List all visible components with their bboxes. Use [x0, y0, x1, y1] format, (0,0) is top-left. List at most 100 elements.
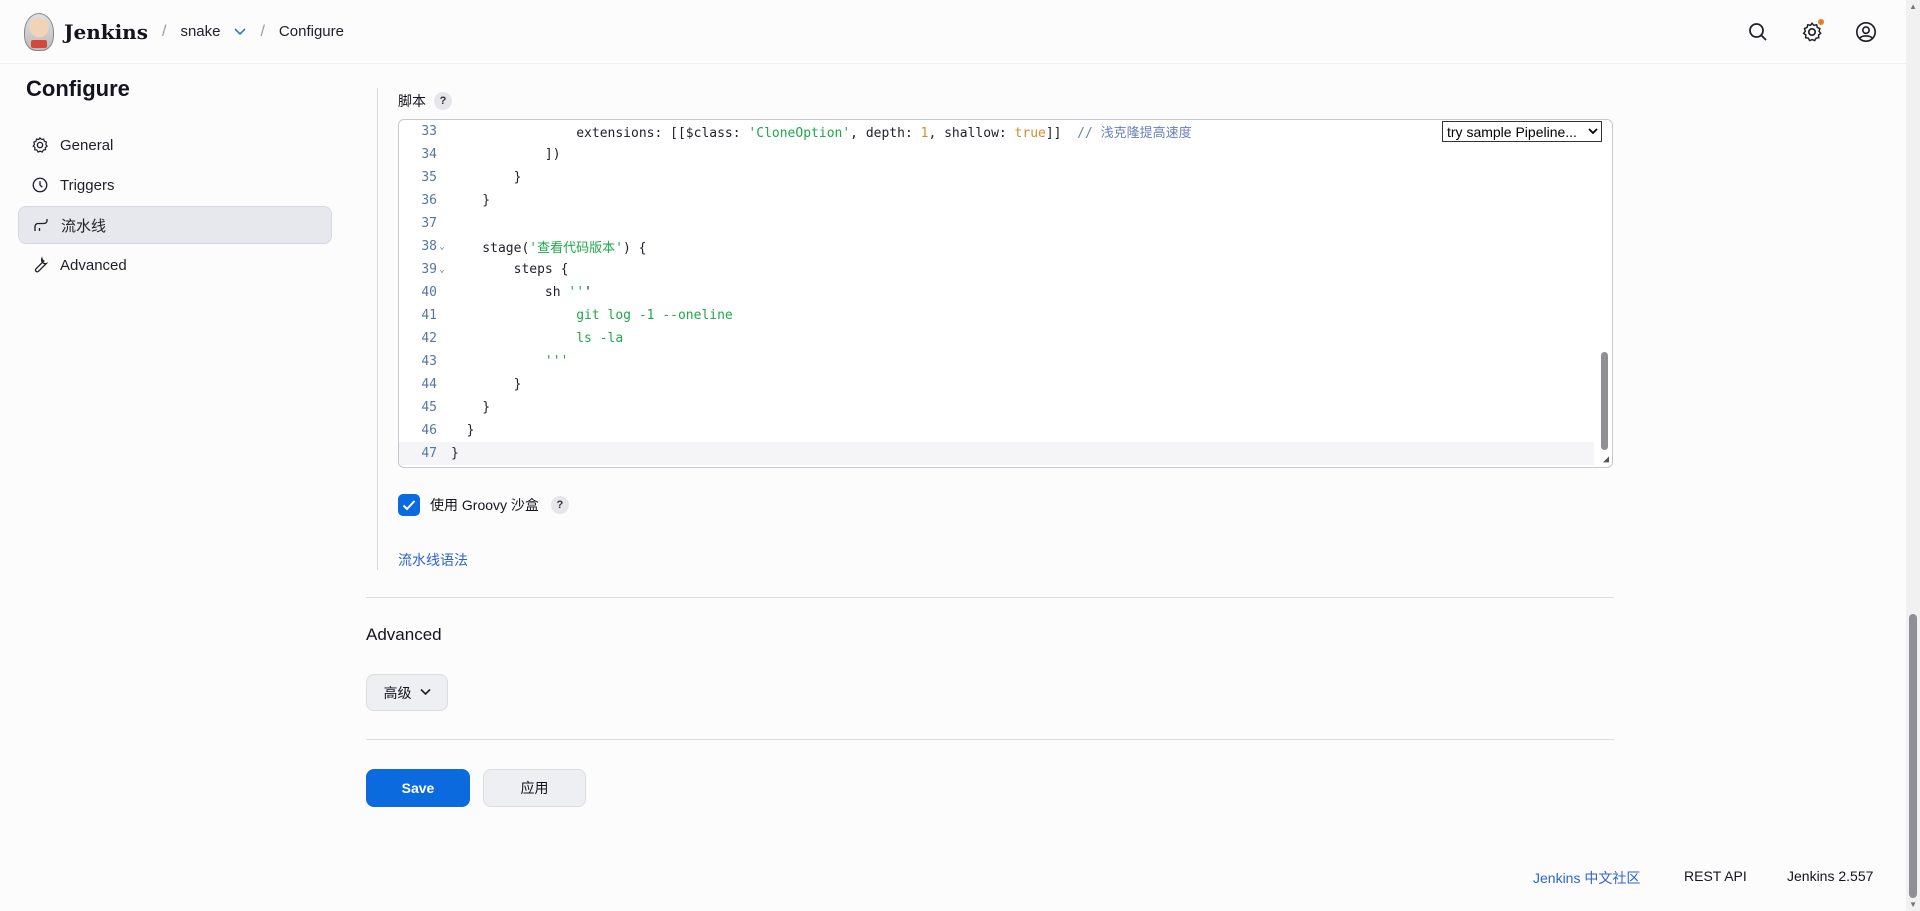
line-number: 35: [421, 170, 437, 185]
sidebar-item-general[interactable]: General: [18, 126, 332, 164]
pipeline-script-editor[interactable]: 33 extensions: [[$class: 'CloneOption', …: [398, 119, 1613, 468]
line-number: 41: [421, 308, 437, 323]
line-number: 34: [421, 147, 437, 162]
advanced-toggle-label: 高级: [383, 684, 412, 701]
footer-version[interactable]: Jenkins 2.557: [1787, 868, 1873, 884]
line-number: 47: [421, 446, 437, 461]
code-text: ''': [451, 354, 569, 369]
sidebar-nav: General Triggers 流水线 Advanced: [18, 126, 332, 286]
jenkins-butler-icon: [24, 12, 54, 51]
scroll-up-arrow-icon[interactable]: ▲: [1909, 2, 1917, 11]
code-text: ]): [451, 147, 561, 162]
editor-scrollbar[interactable]: [1601, 352, 1608, 450]
breadcrumb-separator: /: [161, 22, 167, 40]
apply-button[interactable]: 应用: [483, 769, 586, 807]
line-number: 44: [421, 377, 437, 392]
sidebar-item-label: Advanced: [60, 256, 127, 274]
line-number: 36: [421, 193, 437, 208]
chevron-down-icon[interactable]: [234, 25, 247, 39]
line-number: 39: [421, 262, 437, 277]
breadcrumb-job[interactable]: snake: [180, 23, 220, 40]
scroll-down-arrow-icon[interactable]: ▼: [1909, 900, 1917, 909]
fold-chevron-icon[interactable]: ⌄: [437, 242, 447, 252]
script-help-button[interactable]: ?: [434, 92, 452, 110]
code-text: steps {: [451, 262, 569, 277]
wrench-icon: [30, 255, 50, 275]
code-text: }: [451, 193, 491, 208]
pipeline-syntax-link[interactable]: 流水线语法: [398, 550, 468, 570]
groovy-sandbox-help-button[interactable]: ?: [550, 496, 569, 514]
manage-gear-icon[interactable]: [1798, 18, 1826, 46]
code-line[interactable]: 41 git log -1 --oneline: [399, 304, 1594, 327]
code-line[interactable]: 44 }: [399, 373, 1594, 396]
advanced-toggle-button[interactable]: 高级: [366, 674, 448, 711]
sidebar-item-advanced[interactable]: Advanced: [18, 246, 332, 284]
code-line[interactable]: 42 ls -la: [399, 327, 1594, 350]
code-line[interactable]: 46 }: [399, 419, 1594, 442]
resize-handle-icon[interactable]: ◢: [1603, 454, 1609, 465]
save-button[interactable]: Save: [366, 769, 470, 807]
chevron-down-icon: [419, 687, 431, 699]
code-text: sh ''': [451, 285, 592, 300]
chevron-down-icon: [1588, 124, 1598, 141]
code-text: }: [451, 446, 459, 461]
footer-rest-api-link[interactable]: REST API: [1684, 868, 1747, 884]
breadcrumb-configure[interactable]: Configure: [279, 23, 344, 40]
sidebar-item-label: Triggers: [60, 176, 115, 194]
divider: [366, 597, 1614, 598]
line-number: 45: [421, 400, 437, 415]
line-number: 33: [421, 124, 437, 139]
sample-pipeline-select[interactable]: try sample Pipeline...: [1442, 121, 1602, 142]
line-number: 42: [421, 331, 437, 346]
code-text: }: [451, 170, 522, 185]
user-account-icon[interactable]: [1852, 18, 1880, 46]
script-label-text: 脚本: [398, 93, 426, 109]
section-rule: [377, 88, 378, 570]
line-number: 43: [421, 354, 437, 369]
code-text: ls -la: [451, 331, 624, 346]
search-icon[interactable]: [1744, 18, 1772, 46]
line-number: 38: [421, 239, 437, 254]
app-name: Jenkins: [64, 19, 148, 44]
sidebar-item-pipeline[interactable]: 流水线: [18, 206, 332, 244]
page-scrollbar[interactable]: ▲ ▼: [1906, 0, 1920, 911]
jenkins-logo-link[interactable]: Jenkins: [24, 12, 148, 51]
groovy-sandbox-label: 使用 Groovy 沙盒: [430, 497, 539, 513]
code-text: }: [451, 400, 491, 415]
pipeline-icon: [31, 215, 51, 235]
sidebar-item-label: General: [60, 136, 114, 154]
top-header: Jenkins / snake / Configure: [0, 0, 1920, 64]
code-text: }: [451, 377, 522, 392]
sidebar-item-label: 流水线: [61, 217, 107, 235]
page-title: Configure: [26, 76, 130, 101]
groovy-sandbox-checkbox[interactable]: [398, 494, 420, 516]
code-line[interactable]: 35 }: [399, 166, 1594, 189]
code-line[interactable]: 40 sh ''': [399, 281, 1594, 304]
code-line[interactable]: 45 }: [399, 396, 1594, 419]
code-line[interactable]: 38 ⌄ stage('查看代码版本') {: [399, 235, 1594, 258]
line-number: 40: [421, 285, 437, 300]
divider: [366, 739, 1614, 740]
code-line[interactable]: 33 extensions: [[$class: 'CloneOption', …: [399, 120, 1594, 143]
code-text: stage('查看代码版本') {: [451, 241, 647, 256]
clock-icon: [30, 175, 50, 195]
gear-icon: [30, 135, 50, 155]
code-line[interactable]: 37: [399, 212, 1594, 235]
breadcrumb-separator: /: [260, 22, 265, 40]
line-number: 37: [421, 216, 437, 231]
advanced-section-title: Advanced: [366, 625, 442, 644]
notification-dot: [1818, 19, 1824, 25]
code-text: extensions: [[$class: 'CloneOption', dep…: [451, 126, 1192, 141]
fold-chevron-icon[interactable]: ⌄: [437, 265, 447, 275]
page-scrollbar-thumb[interactable]: [1909, 614, 1917, 898]
sample-pipeline-select-value: try sample Pipeline...: [1447, 123, 1577, 140]
code-line[interactable]: 36 }: [399, 189, 1594, 212]
sidebar-item-triggers[interactable]: Triggers: [18, 166, 332, 204]
code-line[interactable]: 47}: [399, 442, 1594, 465]
code-text: }: [451, 423, 475, 438]
code-line[interactable]: 39 ⌄ steps {: [399, 258, 1594, 281]
code-line[interactable]: 43 ''': [399, 350, 1594, 373]
code-line[interactable]: 34 ]): [399, 143, 1594, 166]
script-label: 脚本 ?: [398, 91, 452, 111]
footer-community-link[interactable]: Jenkins 中文社区: [1533, 868, 1640, 888]
